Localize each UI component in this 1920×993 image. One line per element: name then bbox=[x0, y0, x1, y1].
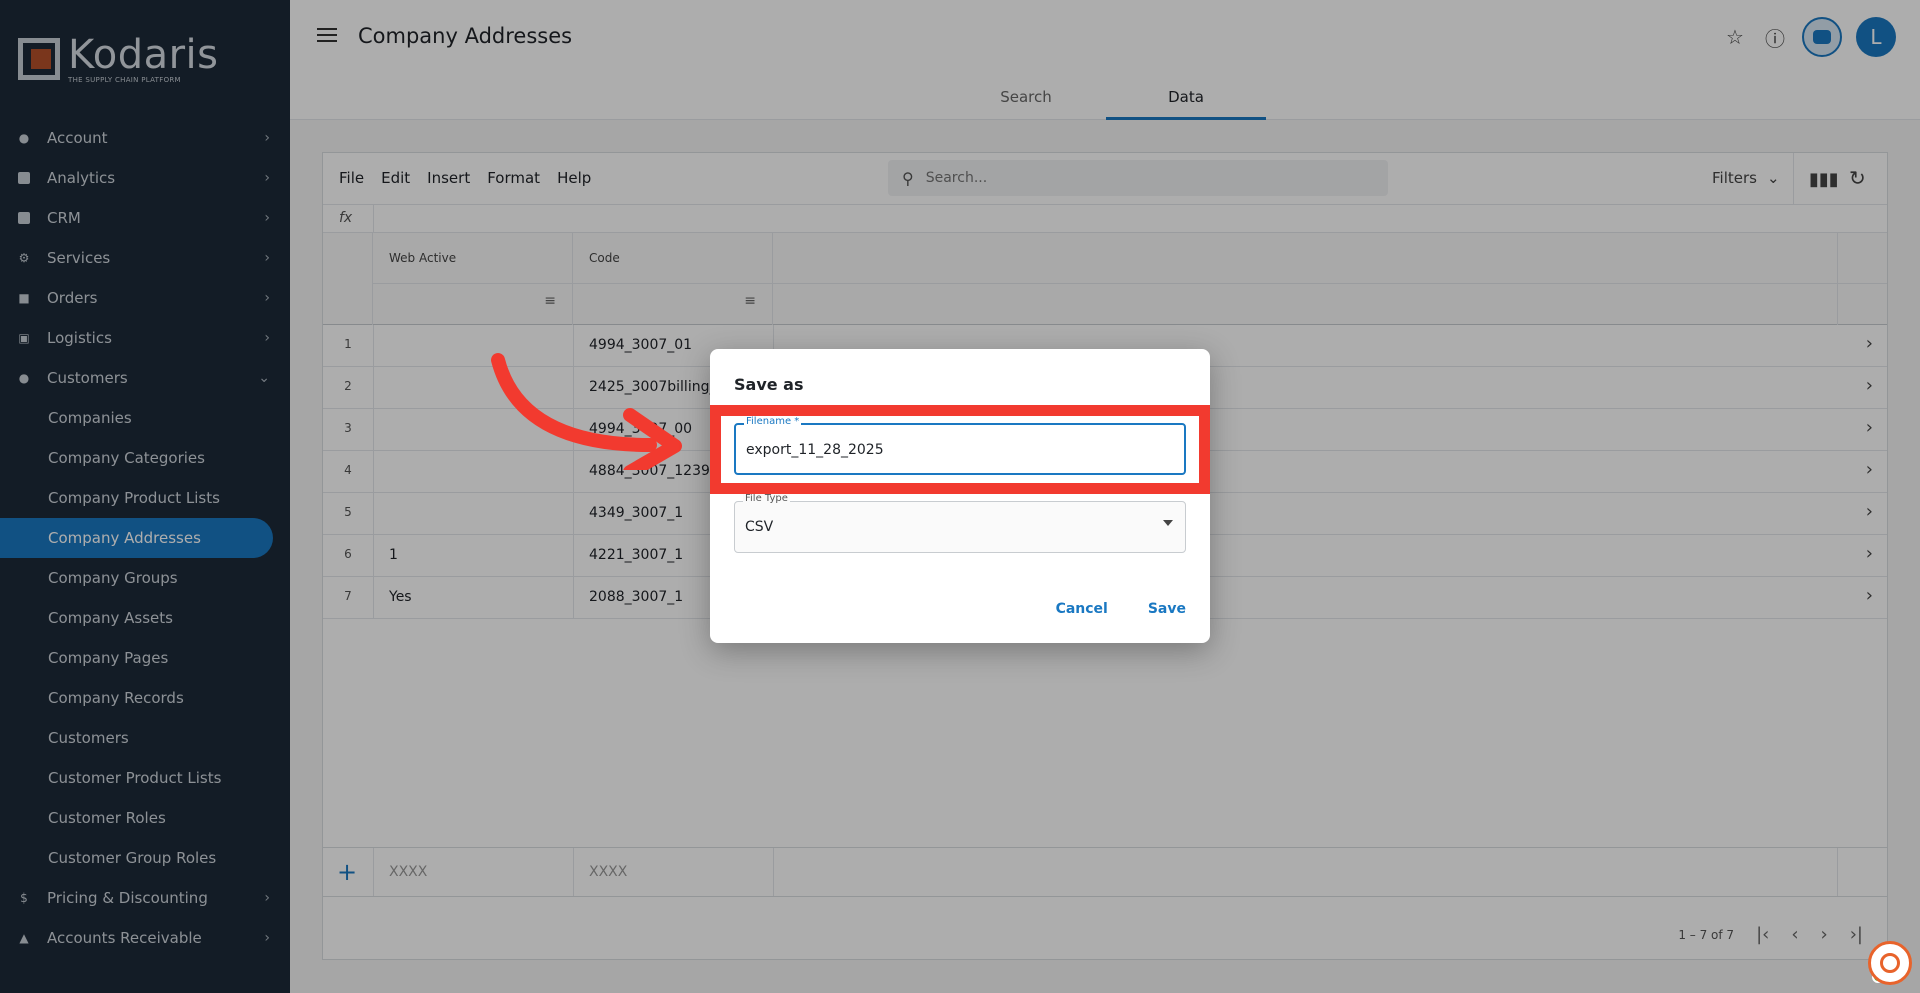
annotation-arrow-icon bbox=[491, 353, 682, 470]
file-type-value: CSV bbox=[745, 519, 774, 535]
dropdown-caret-icon bbox=[1163, 520, 1173, 526]
file-type-label: File Type bbox=[743, 493, 790, 504]
file-type-select[interactable]: File Type CSV bbox=[734, 493, 1186, 553]
save-as-dialog: Save as Filename * export_11_28_2025 Fil… bbox=[710, 349, 1210, 643]
cancel-button[interactable]: Cancel bbox=[1056, 601, 1108, 617]
save-button[interactable]: Save bbox=[1148, 601, 1186, 617]
chat-widget-icon[interactable] bbox=[1868, 941, 1912, 985]
annotation-highlight-box bbox=[710, 405, 1210, 494]
dialog-title: Save as bbox=[734, 375, 804, 394]
